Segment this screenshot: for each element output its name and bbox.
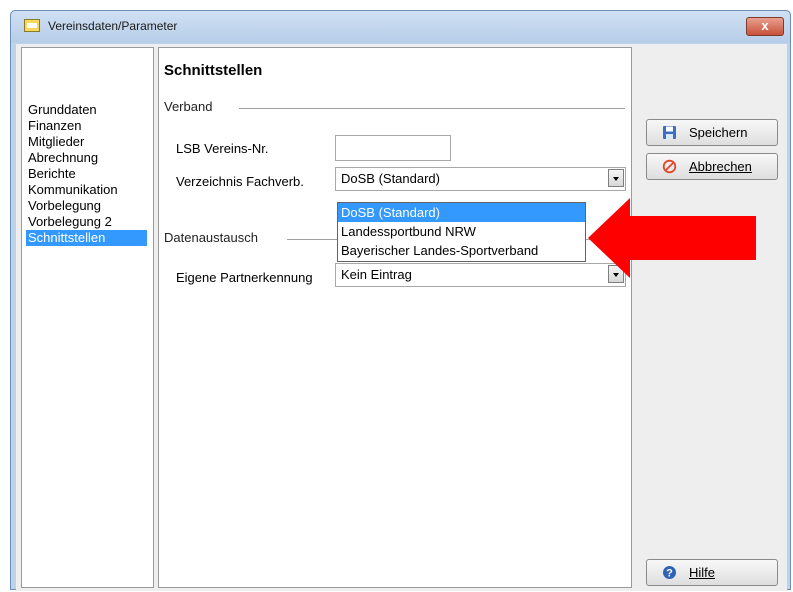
dropdown-option[interactable]: Landessportbund NRW <box>338 222 585 241</box>
svg-text:?: ? <box>666 568 673 580</box>
dropdown-option[interactable]: DoSB (Standard) <box>338 203 585 222</box>
sidebar-item-kommunikation[interactable]: Kommunikation <box>26 182 147 198</box>
cancel-button-label: Abbrechen <box>689 159 752 174</box>
verband-group-divider <box>239 108 625 109</box>
verband-group-label: Verband <box>164 99 221 114</box>
partnerkennung-select[interactable]: Kein Eintrag <box>335 263 626 287</box>
sidebar-item-grunddaten[interactable]: Grunddaten <box>26 102 147 118</box>
sidebar-item-mitglieder[interactable]: Mitglieder <box>26 134 147 150</box>
dialog-window: Vereinsdaten/Parameter x Grunddaten Finan… <box>10 10 791 591</box>
cancel-button[interactable]: Abbrechen <box>646 153 778 180</box>
settings-panel: Schnittstellen Verband LSB Vereins-Nr. V… <box>158 47 632 588</box>
window-app-icon <box>24 19 40 32</box>
partnerkennung-selected-value: Kein Eintrag <box>341 267 412 282</box>
window-title: Vereinsdaten/Parameter <box>48 19 178 33</box>
help-button-label: Hilfe <box>689 565 716 580</box>
partnerkennung-label: Eigene Partnerkennung <box>176 270 313 285</box>
fachverb-select[interactable]: DoSB (Standard) <box>335 167 626 191</box>
page-title: Schnittstellen <box>164 62 263 79</box>
red-arrow-annotation <box>588 198 756 278</box>
chevron-down-icon[interactable] <box>608 169 624 187</box>
category-list: Grunddaten Finanzen Mitglieder Abrechnung Be… <box>21 47 154 588</box>
fachverb-dropdown-list: DoSB (Standard) Landessportbund NRW Bayeri… <box>337 202 586 262</box>
lsb-vereins-nr-input[interactable] <box>335 135 451 161</box>
cancel-circle-icon <box>662 159 677 174</box>
help-button[interactable]: ? Hilfe <box>646 559 778 586</box>
help-question-icon: ? <box>663 566 676 580</box>
dialog-client-area: Grunddaten Finanzen Mitglieder Abrechnung Be… <box>16 44 787 591</box>
sidebar-item-schnittstellen[interactable]: Schnittstellen <box>26 230 147 246</box>
save-button-label: Speichern <box>689 125 748 140</box>
sidebar-item-abrechnung[interactable]: Abrechnung <box>26 150 147 166</box>
save-button[interactable]: Speichern <box>646 119 778 146</box>
title-bar[interactable]: Vereinsdaten/Parameter x <box>11 11 790 43</box>
category-list-items: Grunddaten Finanzen Mitglieder Abrechnung Be… <box>26 102 147 246</box>
datenaustausch-group-label: Datenaustausch <box>164 230 266 245</box>
sidebar-item-vorbelegung-2[interactable]: Vorbelegung 2 <box>26 214 147 230</box>
sidebar-item-finanzen[interactable]: Finanzen <box>26 118 147 134</box>
fachverb-label: Verzeichnis Fachverb. <box>176 174 304 189</box>
close-button[interactable]: x <box>746 17 784 36</box>
lsb-vereins-nr-label: LSB Vereins-Nr. <box>176 141 269 156</box>
sidebar-item-berichte[interactable]: Berichte <box>26 166 147 182</box>
fachverb-selected-value: DoSB (Standard) <box>341 171 440 186</box>
dropdown-option[interactable]: Bayerischer Landes-Sportverband <box>338 241 585 260</box>
sidebar-item-vorbelegung[interactable]: Vorbelegung <box>26 198 147 214</box>
floppy-disk-icon <box>663 126 676 139</box>
